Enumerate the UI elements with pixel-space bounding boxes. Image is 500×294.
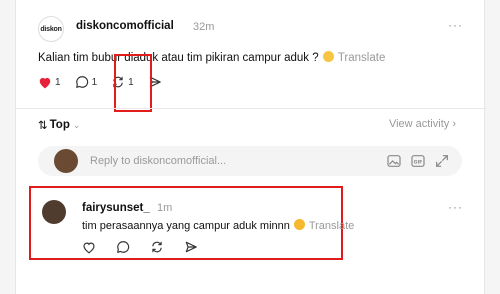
gif-icon[interactable]: GIF	[410, 153, 426, 169]
post-time: 32m	[193, 21, 215, 33]
comment-body: tim perasaannya yang campur aduk minnn	[82, 220, 290, 232]
sort-dropdown[interactable]: ⇅ Top ⌄	[38, 118, 80, 132]
comment-header: fairysunset_ 1m	[82, 202, 172, 214]
comment-translate-link[interactable]: Translate	[309, 220, 354, 232]
heart-outline-icon[interactable]	[82, 241, 96, 254]
commenter-avatar[interactable]	[42, 200, 66, 224]
reply-placeholder: Reply to diskoncomofficial...	[90, 155, 227, 167]
comment-text: tim perasaannya yang campur aduk minnn T…	[82, 219, 354, 232]
post-username[interactable]: diskoncomofficial	[76, 20, 174, 32]
post-translate-link[interactable]: Translate	[338, 52, 386, 64]
post-text: Kalian tim bubur diaduk atau tim pikiran…	[38, 51, 385, 64]
thread-card: diskon diskoncomofficial 32m ··· Kalian …	[15, 0, 486, 294]
dizzy-face-emoji-icon	[322, 51, 334, 62]
post-more-button[interactable]: ···	[448, 18, 463, 32]
svg-text:GIF: GIF	[414, 159, 423, 165]
post-body: Kalian tim bubur diaduk atau tim pikiran…	[38, 52, 319, 64]
like-count: 1	[55, 76, 61, 88]
image-icon[interactable]	[386, 153, 402, 169]
comment-time: 1m	[156, 202, 173, 214]
view-activity-link[interactable]: View activity ›	[389, 118, 456, 130]
post-actions: 1 1 1	[38, 74, 179, 90]
comment-bubble-icon[interactable]	[116, 240, 130, 254]
sort-label: Top	[49, 119, 70, 131]
comment-bubble-icon	[75, 76, 88, 88]
divider	[16, 108, 486, 109]
comment-count: 1	[91, 76, 98, 88]
comment-username[interactable]: fairysunset_	[82, 202, 150, 214]
send-icon[interactable]	[184, 240, 198, 254]
upside-down-face-emoji-icon	[293, 219, 305, 230]
reply-attachments: GIF	[386, 153, 450, 169]
author-avatar[interactable]: diskon	[38, 16, 64, 42]
heart-filled-icon	[39, 77, 51, 88]
post: diskon diskoncomofficial 32m ··· Kalian …	[16, 0, 486, 112]
comment-actions	[82, 240, 198, 254]
chevron-down-icon: ⌄	[72, 119, 81, 130]
comment-button[interactable]: 1	[75, 75, 98, 89]
sort-arrows-icon: ⇅	[38, 120, 48, 132]
avatar-logo-text: diskon	[40, 25, 62, 33]
comment-more-button[interactable]: ···	[448, 200, 463, 214]
repost-icon[interactable]	[150, 240, 164, 254]
view-activity-label: View activity	[388, 118, 450, 130]
highlight-box-repost	[114, 54, 152, 112]
like-button[interactable]: 1	[38, 76, 61, 89]
reply-input[interactable]: Reply to diskoncomofficial... GIF	[38, 146, 462, 176]
chevron-right-icon: ›	[452, 118, 456, 130]
expand-icon[interactable]	[434, 153, 450, 169]
current-user-avatar	[54, 149, 78, 173]
